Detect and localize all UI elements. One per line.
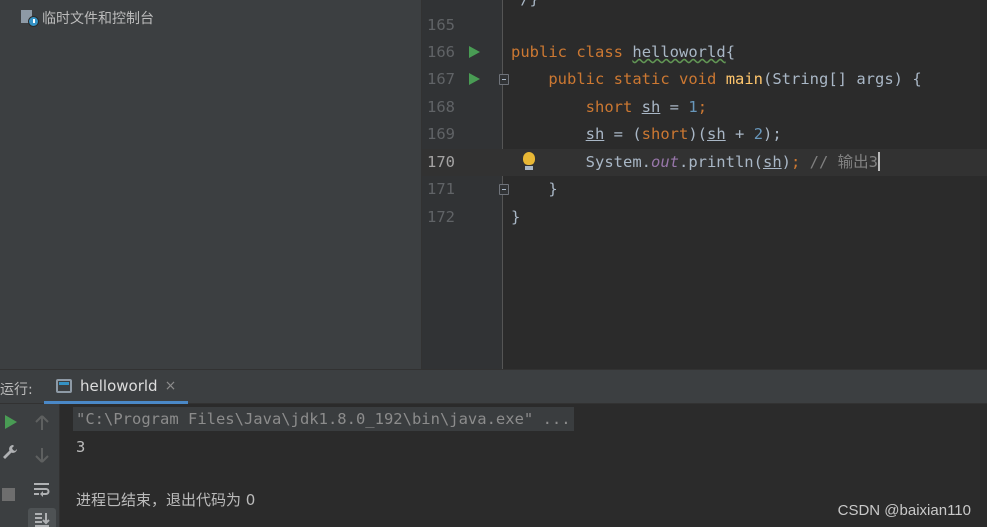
code-line: 165 bbox=[422, 12, 987, 39]
line-number: 168 bbox=[427, 98, 455, 116]
code-text: sh = (short)(sh + 2); bbox=[585, 125, 782, 143]
console-icon bbox=[56, 378, 72, 393]
code-line-current: 170 System.out.println(sh); // 输出3 bbox=[422, 149, 987, 176]
up-stack-button[interactable] bbox=[32, 412, 52, 434]
code-text: public static void main(String[] args) { bbox=[548, 70, 922, 88]
run-toolbar-primary bbox=[0, 404, 24, 527]
tree-item-label: 临时文件和控制台 bbox=[42, 11, 154, 27]
line-number: 171 bbox=[427, 180, 455, 198]
stop-button[interactable] bbox=[0, 486, 16, 502]
tree-item-scratches[interactable]: 临时文件和控制台 bbox=[20, 8, 154, 28]
close-icon[interactable]: × bbox=[165, 378, 177, 394]
code-text: short sh = 1; bbox=[585, 98, 708, 116]
run-main-icon[interactable] bbox=[469, 73, 480, 85]
scroll-to-end-button[interactable] bbox=[28, 508, 56, 527]
code-text: public class helloworld{ bbox=[511, 43, 736, 61]
line-number: 165 bbox=[427, 16, 455, 34]
console-command-line: "C:\Program Files\Java\jdk1.8.0_192\bin\… bbox=[73, 407, 574, 431]
arrow-up-icon bbox=[35, 415, 49, 430]
project-panel: 临时文件和控制台 bbox=[0, 0, 422, 369]
code-line: 171 } bbox=[422, 176, 987, 203]
line-number: 170 bbox=[427, 153, 455, 171]
line-number: 166 bbox=[427, 43, 455, 61]
settings-button[interactable] bbox=[0, 442, 20, 464]
code-line: 168 short sh = 1; bbox=[422, 94, 987, 121]
code-line: 169 sh = (short)(sh + 2); bbox=[422, 121, 987, 148]
line-number: 172 bbox=[427, 208, 455, 226]
soft-wrap-icon bbox=[34, 483, 50, 497]
code-line: 167 public static void main(String[] arg… bbox=[422, 66, 987, 93]
code-text: System.out.println(sh); // 输出3 bbox=[585, 152, 881, 171]
code-line: 172 } bbox=[422, 204, 987, 231]
play-icon bbox=[5, 415, 17, 429]
code-editor[interactable]: */} 165 166 public class helloworld{ 167… bbox=[422, 0, 987, 369]
code-text: } bbox=[511, 208, 521, 226]
code-line: 166 public class helloworld{ bbox=[422, 39, 987, 66]
console-exit-line: 进程已结束，退出代码为 0 bbox=[76, 491, 256, 509]
rerun-button[interactable] bbox=[1, 414, 21, 430]
code-text: } bbox=[548, 180, 558, 198]
wrench-icon bbox=[3, 445, 17, 459]
down-stack-button[interactable] bbox=[32, 444, 52, 466]
run-label: 运行: bbox=[0, 382, 33, 398]
soft-wrap-button[interactable] bbox=[32, 478, 52, 500]
fold-icon[interactable] bbox=[499, 74, 509, 85]
run-toolbar-secondary bbox=[24, 404, 60, 527]
arrow-down-icon bbox=[35, 448, 49, 463]
scratches-icon bbox=[20, 9, 40, 27]
run-class-icon[interactable] bbox=[469, 46, 480, 58]
fold-icon[interactable] bbox=[499, 184, 509, 195]
stop-icon bbox=[1, 487, 15, 501]
tab-label: helloworld bbox=[80, 376, 158, 395]
run-window-header: 运行: helloworld × bbox=[0, 369, 987, 404]
line-number: 169 bbox=[427, 125, 455, 143]
scroll-end-icon bbox=[35, 513, 50, 527]
text-cursor bbox=[878, 152, 881, 171]
run-tab-helloworld[interactable]: helloworld × bbox=[44, 370, 189, 404]
console-output-line: 3 bbox=[76, 438, 86, 456]
watermark: CSDN @baixian110 bbox=[837, 502, 971, 519]
line-number: 167 bbox=[427, 70, 455, 88]
